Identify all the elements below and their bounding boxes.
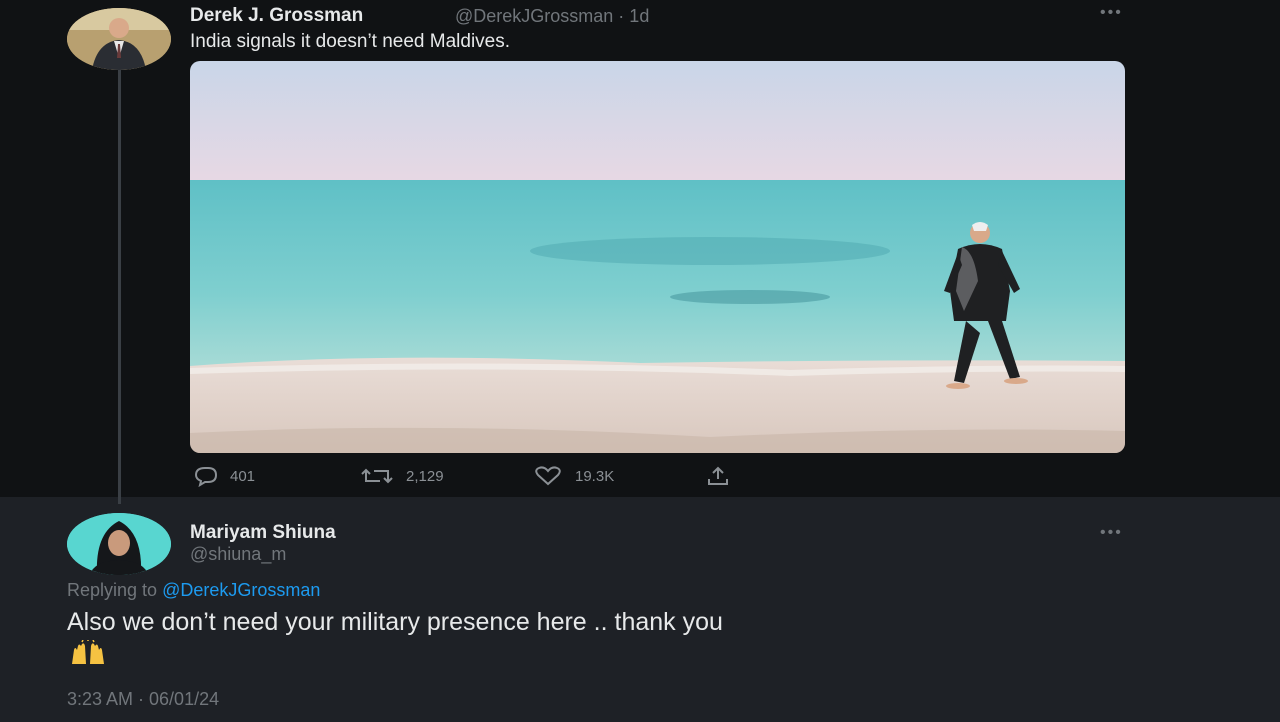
reply-author-name[interactable]: Mariyam Shiuna: [190, 522, 336, 544]
author-name[interactable]: Derek J. Grossman: [190, 5, 363, 27]
reply-text: Also we don’t need your military presenc…: [67, 608, 723, 636]
replying-to-mention[interactable]: @DerekJGrossman: [162, 580, 320, 600]
avatar-derek-image: [67, 8, 171, 70]
reply-count: 401: [230, 467, 256, 485]
tweet-photo[interactable]: [190, 61, 1125, 453]
like-count: 19.3K: [575, 467, 615, 485]
reply-timestamp[interactable]: 3:23 AM · 06/01/24: [67, 689, 219, 710]
reply-icon: [194, 467, 218, 487]
replying-to-line: Replying to @DerekJGrossman: [67, 580, 320, 601]
like-action[interactable]: 19.3K: [533, 464, 614, 488]
retweet-count: 2,129: [406, 467, 444, 485]
replying-to-prefix: Replying to: [67, 580, 158, 600]
share-action[interactable]: [705, 464, 741, 488]
raising-hands-emoji: [72, 640, 104, 664]
avatar-mariyam[interactable]: [67, 513, 171, 575]
beach-photo: [190, 61, 1125, 453]
avatar-derek[interactable]: [67, 8, 171, 70]
retweet-icon: [361, 468, 393, 484]
avatar-mariyam-image: [67, 513, 171, 575]
retweet-action[interactable]: 2,129: [360, 464, 444, 488]
tweet-text: India signals it doesn’t need Maldives.: [190, 31, 511, 52]
reply-action[interactable]: 401: [192, 464, 255, 488]
more-horizontal-icon[interactable]: •••: [1100, 524, 1123, 542]
share-icon: [708, 466, 728, 485]
thread-connector-line: [118, 68, 121, 504]
author-handle-time[interactable]: @DerekJGrossman · 1d: [455, 6, 649, 27]
reply-author-handle[interactable]: @shiuna_m: [190, 544, 286, 565]
heart-icon: [535, 466, 561, 486]
more-horizontal-icon[interactable]: •••: [1100, 4, 1123, 22]
